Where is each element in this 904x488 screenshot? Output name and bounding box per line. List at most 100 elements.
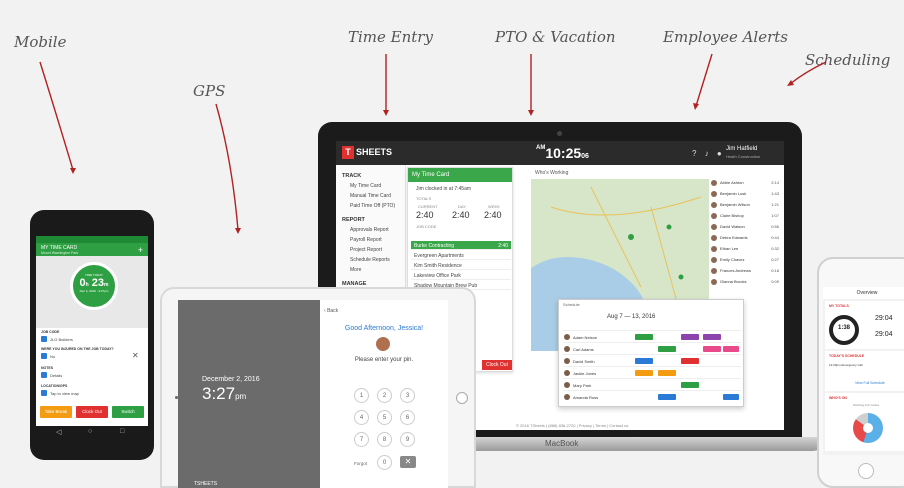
nav-item-payroll[interactable]: Payroll Report [350,237,382,243]
kiosk-time: 3:27pm [202,384,247,403]
notes-value[interactable]: Details [50,373,62,378]
recents-icon[interactable]: □ [120,428,124,435]
back-icon[interactable]: ◁ [56,428,61,436]
job-item[interactable]: Lakeview Office Park [411,271,511,280]
employee-row[interactable]: Debra Edwards 0:44 [711,234,783,243]
time-today-ring: TIME TODAY 0h 23m Dec 2, 2016 · 3:27pm [70,262,118,310]
employee-row[interactable]: Benjamin Lusk 1:43 [711,190,783,199]
employee-time: 0:32 [771,246,779,251]
shift-block[interactable] [635,358,653,364]
employee-time: 0:44 [771,235,779,240]
schedule-row: Adam Nelson [563,330,741,342]
employee-name: Ethan Lee [720,246,739,251]
shift-block[interactable] [681,382,699,388]
shift-block[interactable] [703,334,721,340]
pin-key-0[interactable]: 0 [377,455,392,470]
employee-row[interactable]: Claire Bishop 1:07 [711,212,783,221]
android-header: MY TIME CARD Mount Washington Park + [36,243,148,256]
notes-icon [41,372,47,378]
forgot-pin-link[interactable]: Forgot [354,461,367,466]
nav-item-my-time-card[interactable]: My Time Card [350,183,381,189]
shift-block[interactable] [681,358,699,364]
shift-block[interactable] [658,370,676,376]
tsheets-logo[interactable]: T [342,146,354,159]
shift-block[interactable] [658,346,676,352]
logo-text: SHEETS [356,147,393,157]
avatar [376,337,390,351]
pin-key-7[interactable]: 7 [354,432,369,447]
kiosk-date: December 2, 2016 [202,376,260,383]
schedule-employee: David Smith [573,359,595,364]
injury-question-value[interactable]: No [50,354,55,359]
job-item[interactable]: Kim Smith Residence [411,261,511,270]
employee-row[interactable]: Benjamin Wilson 1:21 [711,201,783,210]
back-button[interactable]: ‹ Back [324,308,338,314]
location-value[interactable]: Tap to view map [50,391,79,396]
laptop-brand: MacBook [545,439,579,448]
nav-item-approvals[interactable]: Approvals Report [350,227,389,233]
help-icon[interactable]: ? [692,149,696,158]
pin-key-3[interactable]: 3 [400,388,415,403]
pin-key-6[interactable]: 6 [400,410,415,425]
schedule-date-range[interactable]: Aug 7 — 13, 2016 [607,314,655,320]
job-item[interactable]: Evergreen Apartments [411,251,511,260]
clock-out-button[interactable]: Clock Out [482,360,512,370]
employee-row[interactable]: Abbie Ashton 2:14 [711,179,783,188]
take-break-button[interactable]: Take Break [40,406,72,418]
time-today-value: 0h 23m [79,277,109,289]
ipad-home-button[interactable] [456,392,468,404]
avatar [564,394,570,400]
employee-row[interactable]: Ethan Lee 0:32 [711,245,783,254]
pin-key-9[interactable]: 9 [400,432,415,447]
job-code-value[interactable]: JLG Builders [50,337,73,342]
shift-block[interactable] [723,346,739,352]
avatar [711,180,717,186]
iphone-home-button[interactable] [858,463,874,479]
pin-key-2[interactable]: 2 [377,388,392,403]
shift-block[interactable] [681,334,699,340]
pin-entry-panel: ‹ Back Good Afternoon, Jessica! Please e… [320,300,448,488]
nav-item-manual-time-card[interactable]: Manual Time Card [350,193,391,199]
my-totals-card: MY TOTALS 1:38 29:04 29:04 [825,301,904,349]
employee-row[interactable]: David Watson 0:56 [711,223,783,232]
shift-block[interactable] [703,346,721,352]
question-icon [41,353,47,359]
shift-block[interactable] [658,394,676,400]
avatar [711,279,717,285]
nav-item-project[interactable]: Project Report [350,247,382,253]
pin-key-4[interactable]: 4 [354,410,369,425]
avatar [711,268,717,274]
clock-out-button[interactable]: Clock Out [76,406,108,418]
clear-icon[interactable]: ✕ [132,351,139,360]
add-icon[interactable]: + [138,245,143,255]
avatar [564,370,570,376]
user-name[interactable]: Jim Hatfield [726,146,757,152]
job-code-icon [41,336,47,342]
job-item-selected[interactable]: Burke Contracting 2:40 [411,241,511,250]
shift-block[interactable] [635,370,653,376]
job-name: Burke Contracting [414,243,455,249]
user-icon[interactable]: ● [717,149,722,158]
switch-button[interactable]: Switch [112,406,144,418]
nav-item-schedule-reports[interactable]: Schedule Reports [350,257,390,263]
pin-key-8[interactable]: 8 [377,432,392,447]
injury-question-label: WERE YOU INJURED ON THE JOB TODAY? [41,347,114,351]
view-schedule-link[interactable]: View Full Schedule [855,381,885,385]
annotation-mobile: Mobile [14,33,67,51]
schedule-entry: 12:00pm Emergency Call [829,363,863,367]
employee-name: Claire Bishop [720,213,744,218]
iphone-title: Overview [823,287,904,299]
nav-item-pto[interactable]: Paid Time Off (PTO) [350,203,395,209]
shift-block[interactable] [635,334,653,340]
home-icon[interactable]: ○ [88,428,92,435]
employee-row[interactable]: Frances Andrews 0:18 [711,267,783,276]
pin-key-5[interactable]: 5 [377,410,392,425]
employee-row[interactable]: Emily Chavez 0:27 [711,256,783,265]
status-bar [36,236,148,243]
delete-key[interactable]: ✕ [400,456,416,468]
nav-item-more[interactable]: More [350,267,361,273]
pin-key-1[interactable]: 1 [354,388,369,403]
employee-row[interactable]: Gianna Brooks 0:09 [711,278,783,287]
shift-block[interactable] [723,394,739,400]
bell-icon[interactable]: ♪ [705,149,709,158]
